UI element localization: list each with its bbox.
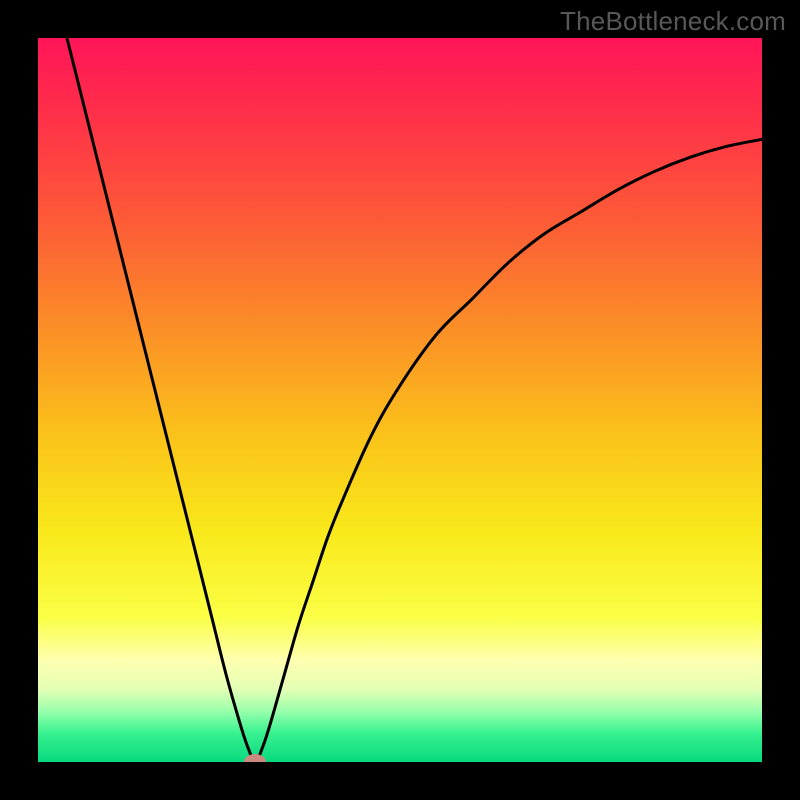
- plot-svg: [38, 38, 762, 762]
- watermark-text: TheBottleneck.com: [560, 6, 786, 37]
- chart-frame: TheBottleneck.com: [0, 0, 800, 800]
- gradient-bg: [38, 38, 762, 762]
- plot-area: [38, 38, 762, 762]
